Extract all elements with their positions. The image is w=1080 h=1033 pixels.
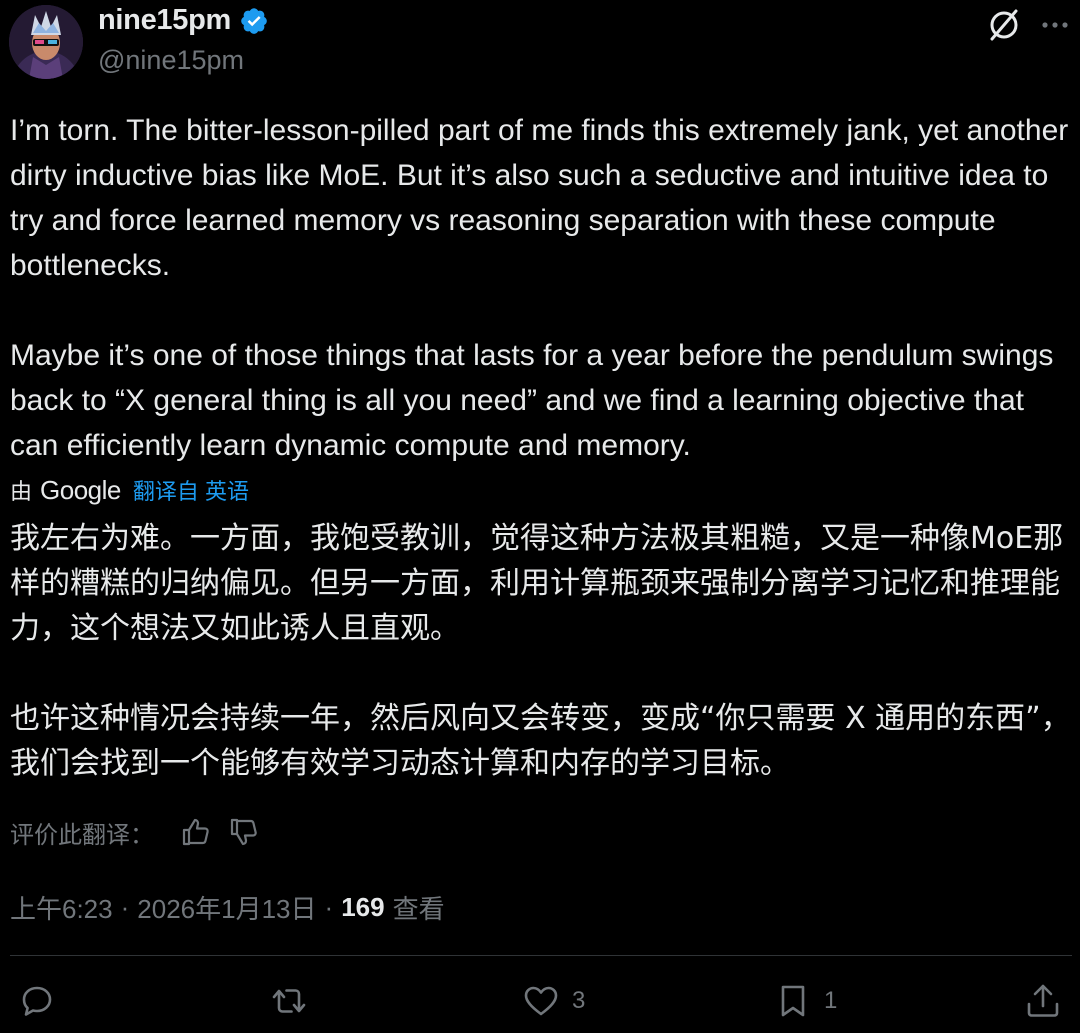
like-count: 3 bbox=[572, 987, 586, 1014]
more-options-button[interactable] bbox=[1036, 6, 1074, 44]
translated-text: 我左右为难。一方面，我饱受教训，觉得这种方法极其粗糙，又是一种像MoE那样的糟糕… bbox=[10, 521, 1071, 781]
author-handle[interactable]: @nine15pm bbox=[98, 45, 244, 76]
bookmark-count: 1 bbox=[824, 987, 838, 1014]
tweet-meta: 上午6:23 · 2026年1月13日 · 169 查看 bbox=[10, 885, 445, 929]
repost-icon bbox=[272, 989, 306, 1013]
tweet-time[interactable]: 上午6:23 bbox=[10, 889, 113, 926]
views-count[interactable]: 169 bbox=[341, 892, 384, 923]
bookmark-button[interactable]: 1 bbox=[774, 972, 837, 1030]
google-logo: Google bbox=[40, 474, 121, 505]
repost-button[interactable] bbox=[270, 972, 320, 1030]
thumbs-up-icon[interactable] bbox=[180, 816, 212, 848]
meta-separator: · bbox=[120, 891, 130, 922]
share-icon bbox=[1027, 984, 1059, 1017]
author-display-name[interactable]: nine15pm bbox=[98, 4, 231, 37]
grok-icon bbox=[990, 9, 1018, 41]
grok-button[interactable] bbox=[985, 6, 1023, 44]
verified-badge-icon bbox=[241, 7, 267, 34]
reply-icon bbox=[22, 986, 52, 1016]
share-button[interactable] bbox=[1024, 972, 1062, 1030]
rate-translation-label: 评价此翻译： bbox=[10, 821, 154, 849]
meta-separator: · bbox=[324, 891, 334, 922]
tweet-text: I’m torn. The bitter-lesson-pilled part … bbox=[10, 114, 1069, 462]
views-label: 查看 bbox=[392, 893, 445, 924]
avatar[interactable] bbox=[9, 5, 83, 79]
translation-attribution: 由 Google 翻译自 英语 bbox=[10, 473, 249, 507]
like-icon bbox=[524, 986, 558, 1016]
tweet-date[interactable]: 2026年1月13日 bbox=[137, 889, 316, 926]
thumbs-down-icon[interactable] bbox=[228, 816, 260, 848]
more-icon bbox=[1042, 22, 1068, 28]
translated-by-label: 由 bbox=[10, 479, 33, 504]
translated-from-link[interactable]: 翻译自 英语 bbox=[133, 474, 249, 506]
tweet-header: nine15pm @nine15pm bbox=[0, 0, 1080, 90]
rate-translation-row: 评价此翻译： bbox=[10, 812, 276, 852]
action-bar: 3 1 bbox=[0, 972, 1080, 1030]
divider bbox=[10, 955, 1072, 956]
like-button[interactable]: 3 bbox=[522, 972, 585, 1030]
bookmark-icon bbox=[781, 985, 805, 1017]
reply-button[interactable] bbox=[18, 972, 68, 1030]
author-name-row[interactable]: nine15pm bbox=[98, 4, 269, 37]
